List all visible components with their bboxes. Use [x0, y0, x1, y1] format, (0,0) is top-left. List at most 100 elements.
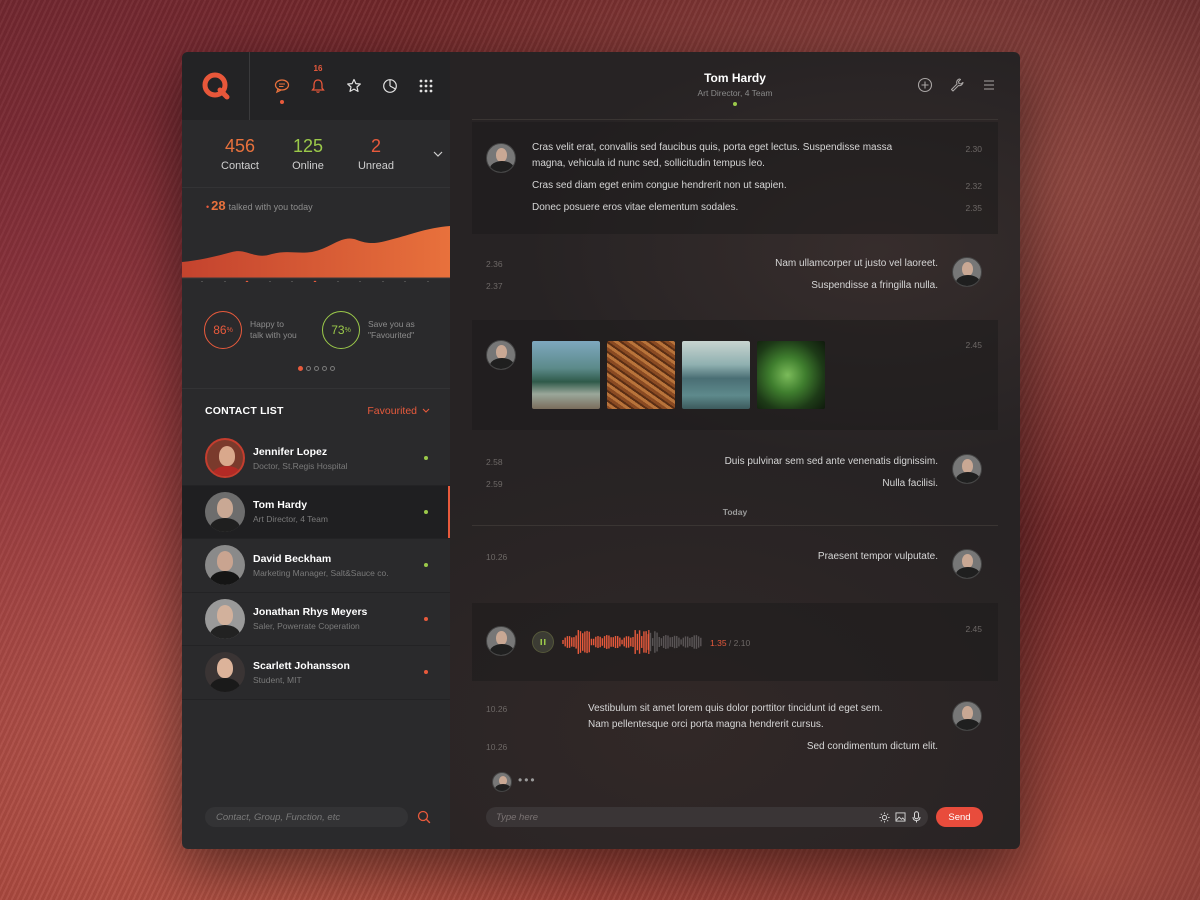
- stat-label: Contact: [221, 160, 259, 172]
- stats-nav-button[interactable]: [372, 68, 408, 104]
- add-button[interactable]: [916, 76, 934, 94]
- chat-panel: Tom Hardy Art Director, 4 Team Cras veli…: [450, 52, 1020, 849]
- apps-nav-button[interactable]: [408, 68, 444, 104]
- image-thumbnail-pine-needles[interactable]: [607, 341, 675, 409]
- image-thumbnail-sea[interactable]: [682, 341, 750, 409]
- emoji-button[interactable]: [876, 809, 892, 825]
- typing-indicator: •••: [518, 773, 537, 787]
- image-thumbnail-lake[interactable]: [532, 341, 600, 409]
- contact-filter-dropdown[interactable]: Favourited: [367, 405, 430, 417]
- voice-record-button[interactable]: [908, 809, 924, 825]
- contact-info: David Beckham Marketing Manager, Salt&Sa…: [253, 553, 424, 578]
- message-timestamp: 10.26: [486, 742, 508, 752]
- message-text: Vestibulum sit amet lorem quis dolor por…: [578, 701, 938, 733]
- contact-item-tom-hardy[interactable]: Tom Hardy Art Director, 4 Team: [182, 485, 450, 539]
- ring-unit: %: [344, 326, 351, 334]
- ring-caption-line: talk with you: [250, 330, 297, 340]
- send-button[interactable]: Send: [936, 807, 983, 827]
- ring-caption-line: Save you as: [368, 319, 415, 329]
- stat-label: Online: [292, 160, 324, 172]
- app-logo[interactable]: [182, 52, 250, 120]
- carousel-pager: [182, 358, 450, 388]
- pager-dot[interactable]: [329, 366, 335, 371]
- notification-badge: 16: [313, 64, 323, 73]
- chat-actions: [916, 76, 998, 94]
- message-text: Nam ullamcorper ut justo vel laoreet.: [775, 258, 938, 269]
- contact-item-david-beckham[interactable]: David Beckham Marketing Manager, Salt&Sa…: [182, 539, 450, 593]
- image-thumbnail-leaves[interactable]: [757, 341, 825, 409]
- happy-ring-gauge: 86%: [204, 311, 242, 349]
- chat-nav-button[interactable]: [264, 68, 300, 104]
- wrench-icon: [950, 78, 964, 92]
- message-text: Suspendisse a fringilla nulla.: [811, 280, 938, 291]
- contact-list-header: CONTACT LIST Favourited: [182, 388, 450, 432]
- stats-summary: 456 Contact 125 Online 2 Unread: [182, 120, 450, 188]
- pause-icon: [540, 639, 546, 645]
- message-line: Cras velit erat, convallis sed faucibus …: [532, 142, 893, 153]
- contact-search-input[interactable]: [205, 807, 408, 827]
- contact-info: Tom Hardy Art Director, 4 Team: [253, 499, 424, 524]
- attach-image-button[interactable]: [892, 809, 908, 825]
- message-composer: [486, 807, 928, 827]
- ring-value: 86: [213, 323, 227, 337]
- avatar: [205, 598, 245, 639]
- message-text: Cras velit erat, convallis sed faucibus …: [532, 140, 912, 172]
- talked-today: • 28 talked with you today: [182, 188, 450, 213]
- audio-pause-button[interactable]: [532, 631, 554, 653]
- notifications-nav-button[interactable]: 16: [300, 64, 336, 104]
- pager-dot[interactable]: [313, 366, 319, 371]
- avatar: [952, 701, 982, 731]
- contact-name: Scarlett Johansson: [253, 659, 350, 672]
- plus-circle-icon: [917, 77, 933, 93]
- sidebar-topbar: 16: [182, 52, 450, 120]
- contact-name: Tom Hardy: [253, 499, 308, 512]
- pager-dot[interactable]: [305, 366, 311, 371]
- ring-caption: Save you as "Favourited": [368, 319, 415, 341]
- ring-value: 73: [331, 323, 345, 337]
- message-timestamp: 10.26: [486, 552, 508, 562]
- contact-name: David Beckham: [253, 552, 332, 565]
- avatar: [205, 652, 245, 693]
- contact-item-jennifer-lopez[interactable]: Jennifer Lopez Doctor, St.Regis Hospital: [182, 432, 450, 486]
- stat-value: 2: [370, 136, 381, 156]
- message-timestamp: 2.58: [486, 457, 503, 467]
- contact-name: Jonathan Rhys Meyers: [253, 606, 368, 619]
- contact-list-title: CONTACT LIST: [205, 404, 284, 417]
- message-line: magna, vehicula id nunc sed, sollicitudi…: [532, 158, 765, 169]
- star-icon: [347, 78, 361, 92]
- date-separator-line: [472, 525, 998, 526]
- stat-value: 125: [292, 136, 324, 156]
- stat-contact: 456 Contact: [206, 135, 274, 172]
- stat-unread: 2 Unread: [342, 135, 410, 172]
- sidebar: 16 456 Contact 125 Online 2 Unread • 28 …: [182, 52, 450, 849]
- bell-icon: [311, 79, 325, 93]
- favourites-nav-button[interactable]: [336, 68, 372, 104]
- contact-info: Jennifer Lopez Doctor, St.Regis Hospital: [253, 446, 424, 471]
- activity-wave-chart: [182, 210, 450, 284]
- pager-dot[interactable]: [321, 366, 327, 371]
- audio-waveform[interactable]: [562, 630, 702, 654]
- happy-ring: 86% Happy to talk with you: [204, 311, 322, 349]
- avatar: [486, 340, 516, 370]
- avatar: [486, 143, 516, 173]
- search-icon[interactable]: [416, 809, 432, 825]
- contact-name: Jennifer Lopez: [253, 445, 328, 458]
- message-text: Cras sed diam eget enim congue hendrerit…: [532, 180, 787, 191]
- stats-expand-button[interactable]: [428, 144, 448, 164]
- grid-icon: [419, 79, 433, 93]
- ring-unit: %: [226, 326, 233, 334]
- contact-item-jonathan-rhys-meyers[interactable]: Jonathan Rhys Meyers Saler, Powerrate Co…: [182, 593, 450, 646]
- message-input[interactable]: [486, 811, 876, 823]
- stat-online: 125 Online: [274, 135, 342, 172]
- online-status-dot: [424, 509, 428, 514]
- message-text: Donec posuere eros vitae elementum sodal…: [532, 202, 739, 213]
- audio-time: 1.35 / 2.10: [710, 638, 750, 648]
- active-indicator-dot: [280, 100, 284, 104]
- pager-dot[interactable]: [297, 366, 303, 371]
- message-timestamp: 2.59: [486, 479, 503, 489]
- message-text: Duis pulvinar sem sed ante venenatis dig…: [724, 456, 938, 467]
- hamburger-menu-icon: [984, 80, 994, 90]
- settings-button[interactable]: [948, 76, 966, 94]
- contact-item-scarlett-johansson[interactable]: Scarlett Johansson Student, MIT: [182, 646, 450, 700]
- menu-button[interactable]: [980, 76, 998, 94]
